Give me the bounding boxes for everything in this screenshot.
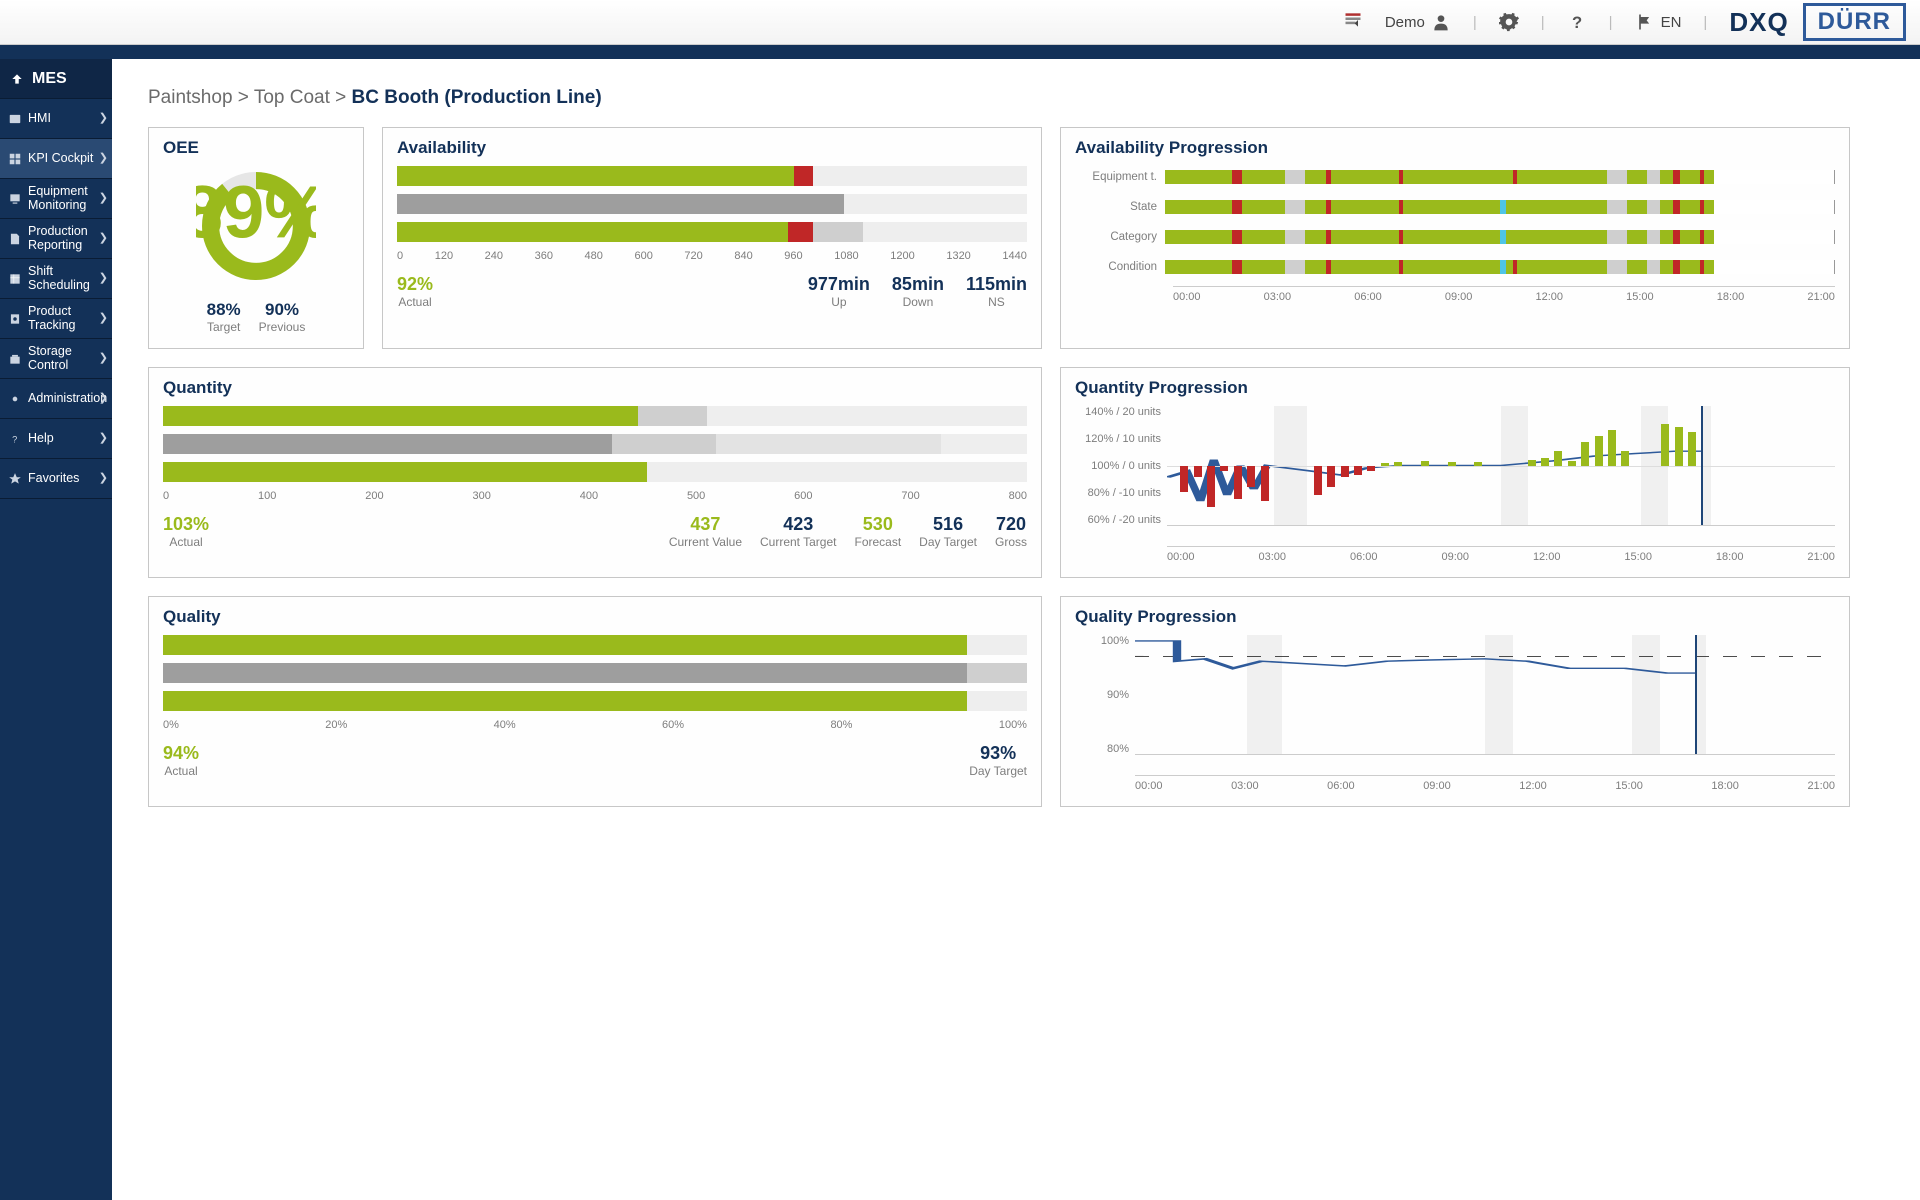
brand-dxq: DXQ <box>1729 7 1788 38</box>
chevron-right-icon: ❯ <box>99 313 108 325</box>
card-quality-progression: Quality Progression 100%90%80% 00:0003:0… <box>1060 596 1850 807</box>
main-content: Paintshop > Top Coat > BC Booth (Product… <box>112 59 1920 1200</box>
timeline-lane: Condition <box>1075 256 1835 278</box>
availability-progression-title: Availability Progression <box>1075 138 1835 158</box>
quantity-title: Quantity <box>163 378 1027 398</box>
sidebar-item-administration[interactable]: Administration❯ <box>0 379 112 419</box>
sidebar: MES HMI❯KPI Cockpit❯Equipment Monitoring… <box>0 59 112 1200</box>
availability-up: 977min <box>808 274 870 295</box>
svg-text:89%: 89% <box>196 170 316 253</box>
timeline-lane: Category <box>1075 226 1835 248</box>
settings-button[interactable] <box>1499 12 1519 32</box>
breadcrumb: Paintshop > Top Coat > BC Booth (Product… <box>148 87 1884 109</box>
chevron-right-icon: ❯ <box>99 233 108 245</box>
topbar: Demo | | ? | EN | DXQ DÜRR <box>0 0 1920 45</box>
sidebar-item-help[interactable]: ?Help❯ <box>0 419 112 459</box>
question-icon: ? <box>1567 12 1587 32</box>
card-availability: Availability 012024036048060072084096010… <box>382 127 1042 349</box>
card-availability-progression: Availability Progression Equipment t. Sta… <box>1060 127 1850 349</box>
demo-user-label[interactable]: Demo <box>1385 12 1451 32</box>
oee-gauge: 89% <box>196 166 316 286</box>
menu-icon <box>8 272 22 286</box>
card-quantity: Quantity 0100200300400500600700800 103%A… <box>148 367 1042 578</box>
arrow-up-icon <box>10 72 24 86</box>
availability-title: Availability <box>397 138 1027 158</box>
menu-icon <box>8 472 22 486</box>
menu-icon <box>8 232 22 246</box>
sidebar-item-storage-control[interactable]: Storage Control❯ <box>0 339 112 379</box>
sidebar-root-mes[interactable]: MES <box>0 59 112 99</box>
sidebar-item-equipment-monitoring[interactable]: Equipment Monitoring❯ <box>0 179 112 219</box>
menu-icon <box>8 152 22 166</box>
menu-icon <box>8 112 22 126</box>
sidebar-item-shift-scheduling[interactable]: Shift Scheduling❯ <box>0 259 112 299</box>
chevron-right-icon: ❯ <box>99 153 108 165</box>
chevron-right-icon: ❯ <box>99 473 108 485</box>
availability-ns: 115min <box>966 274 1027 295</box>
oee-target-value: 88% <box>207 300 241 320</box>
sidebar-item-favorites[interactable]: Favorites❯ <box>0 459 112 499</box>
chevron-right-icon: ❯ <box>99 273 108 285</box>
chevron-right-icon: ❯ <box>99 193 108 205</box>
center-logo-icon <box>1343 10 1363 34</box>
chevron-right-icon: ❯ <box>99 393 108 405</box>
sidebar-item-production-reporting[interactable]: Production Reporting❯ <box>0 219 112 259</box>
breadcrumb-current: BC Booth (Production Line) <box>352 87 602 108</box>
quality-progression-title: Quality Progression <box>1075 607 1835 627</box>
availability-actual: 92% <box>397 274 433 295</box>
menu-icon <box>8 352 22 366</box>
oee-prev-value: 90% <box>259 300 306 320</box>
availability-down: 85min <box>892 274 944 295</box>
breadcrumb-b[interactable]: Top Coat <box>254 87 330 108</box>
menu-icon <box>8 392 22 406</box>
gear-icon <box>1499 12 1519 32</box>
card-quality: Quality 0%20%40%60%80%100% 94%Actual 93%… <box>148 596 1042 807</box>
chevron-right-icon: ❯ <box>99 353 108 365</box>
breadcrumb-a[interactable]: Paintshop <box>148 87 233 108</box>
language-label: EN <box>1661 14 1682 31</box>
quality-daytarget: 93% <box>969 743 1027 764</box>
chevron-right-icon: ❯ <box>99 433 108 445</box>
sidebar-item-kpi-cockpit[interactable]: KPI Cockpit❯ <box>0 139 112 179</box>
card-quantity-progression: Quantity Progression 140% / 20 units120%… <box>1060 367 1850 578</box>
sidebar-item-product-tracking[interactable]: Product Tracking❯ <box>0 299 112 339</box>
quantity-progression-title: Quantity Progression <box>1075 378 1835 398</box>
timeline-lane: Equipment t. <box>1075 166 1835 188</box>
brand-durr: DÜRR <box>1803 3 1906 41</box>
topbar-accent-strip <box>0 45 1920 59</box>
menu-icon <box>8 312 22 326</box>
chevron-right-icon: ❯ <box>99 113 108 125</box>
svg-text:?: ? <box>12 434 17 444</box>
menu-icon <box>8 192 22 206</box>
sidebar-item-hmi[interactable]: HMI❯ <box>0 99 112 139</box>
oee-title: OEE <box>163 138 349 158</box>
quantity-actual: 103% <box>163 514 209 535</box>
flag-button[interactable]: EN <box>1635 12 1682 32</box>
timeline-lane: State <box>1075 196 1835 218</box>
card-oee: OEE 89% 88%Target 90%Previous <box>148 127 364 349</box>
help-button[interactable]: ? <box>1567 12 1587 32</box>
user-icon <box>1431 12 1451 32</box>
flag-icon <box>1635 12 1655 32</box>
menu-icon: ? <box>8 432 22 446</box>
quality-title: Quality <box>163 607 1027 627</box>
quality-actual: 94% <box>163 743 199 764</box>
svg-text:?: ? <box>1572 13 1582 32</box>
